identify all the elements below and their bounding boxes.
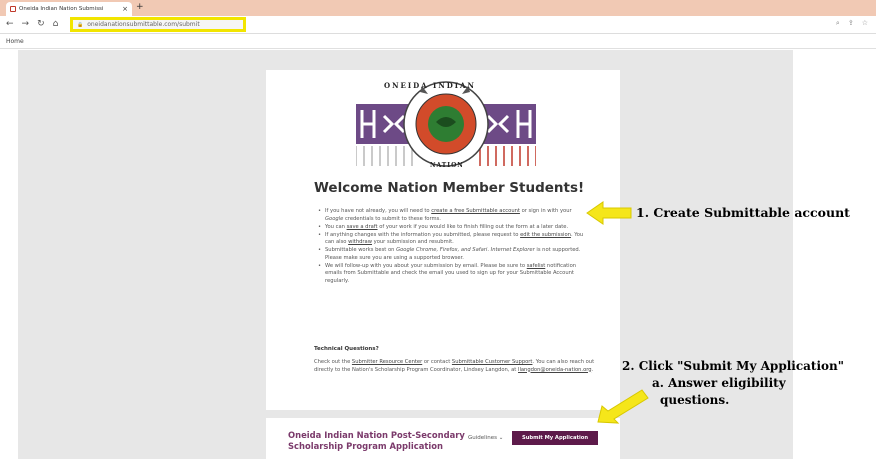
reload-icon[interactable]: ↻: [37, 20, 45, 29]
logo-text-top: ONEIDA INDIAN: [384, 81, 476, 90]
coordinator-email-link[interactable]: llangdon@oneida-nation.org: [518, 367, 592, 373]
save-draft-link[interactable]: save a draft: [347, 224, 378, 230]
close-tab-icon[interactable]: ×: [122, 5, 128, 13]
application-title-line1: Oneida Indian Nation Post-Secondary: [288, 430, 465, 440]
guidelines-dropdown[interactable]: Guidelines ⌄: [468, 435, 503, 441]
bookmarks-bar: Home: [0, 35, 876, 49]
home-icon[interactable]: ⌂: [53, 20, 59, 29]
annotation-step-2a-line1: a. Answer eligibility: [652, 376, 786, 390]
edit-submission-link[interactable]: edit the submission: [520, 232, 571, 238]
application-title-line2: Scholarship Program Application: [288, 440, 443, 451]
url-text: oneidanationsubmittable.com/submit: [87, 21, 200, 28]
logo-text-bottom: NATION: [430, 162, 464, 169]
back-arrow-icon[interactable]: ←: [6, 20, 14, 29]
list-item: Submittable works best on Google Chrome,…: [318, 247, 586, 262]
annotation-step-1: 1. Create Submittable account: [636, 205, 850, 220]
technical-questions-heading: Technical Questions?: [314, 346, 379, 352]
application-card: Oneida Indian Nation Post-Secondary Scho…: [266, 418, 620, 459]
site-favicon-icon: [10, 6, 16, 12]
list-item: If anything changes with the information…: [318, 232, 586, 247]
create-account-link[interactable]: create a free Submittable account: [431, 208, 520, 214]
tab-bar: Oneida Indian Nation Submissi × +: [0, 0, 876, 16]
bookmark-home[interactable]: Home: [6, 38, 24, 45]
yellow-arrow-left-icon: [586, 201, 632, 225]
resource-center-link[interactable]: Submitter Resource Center: [352, 359, 422, 365]
lock-icon: 🔒: [77, 21, 84, 28]
customer-support-link[interactable]: Submittable Customer Support: [452, 359, 533, 365]
instructions-list: If you have not already, you will need t…: [318, 208, 586, 286]
oneida-nation-logo: [355, 76, 537, 172]
submit-application-button[interactable]: Submit My Application: [512, 431, 598, 445]
browser-tab[interactable]: Oneida Indian Nation Submissi ×: [6, 2, 132, 16]
address-bar[interactable]: 🔒 oneidanationsubmittable.com/submit: [70, 17, 246, 32]
tab-title: Oneida Indian Nation Submissi: [19, 6, 104, 12]
annotation-step-2a-line2: questions.: [660, 393, 730, 407]
zoom-search-icon[interactable]: ⌕: [836, 19, 840, 28]
withdraw-link[interactable]: withdraw: [348, 239, 372, 245]
welcome-card: ONEIDA INDIAN NATION Welcome Nation Memb…: [266, 70, 620, 410]
list-item: You can save a draft of your work if you…: [318, 224, 586, 232]
technical-questions-text: Check out the Submitter Resource Center …: [314, 359, 595, 373]
annotation-step-2: 2. Click "Submit My Application": [622, 359, 844, 373]
list-item: If you have not already, you will need t…: [318, 208, 586, 223]
welcome-heading: Welcome Nation Member Students!: [314, 180, 585, 196]
share-icon[interactable]: ⇪: [848, 19, 854, 28]
bookmark-star-icon[interactable]: ☆: [862, 19, 868, 28]
list-item: We will follow-up with you about your su…: [318, 263, 586, 286]
safelist-link[interactable]: safelist: [527, 263, 546, 269]
new-tab-button[interactable]: +: [136, 2, 144, 12]
browser-toolbar: ← → ↻ ⌂ 🔒 oneidanationsubmittable.com/su…: [0, 16, 876, 34]
application-title: Oneida Indian Nation Post-Secondary Scho…: [288, 430, 465, 451]
forward-arrow-icon[interactable]: →: [22, 20, 30, 29]
yellow-arrow-down-left-icon: [597, 389, 649, 424]
